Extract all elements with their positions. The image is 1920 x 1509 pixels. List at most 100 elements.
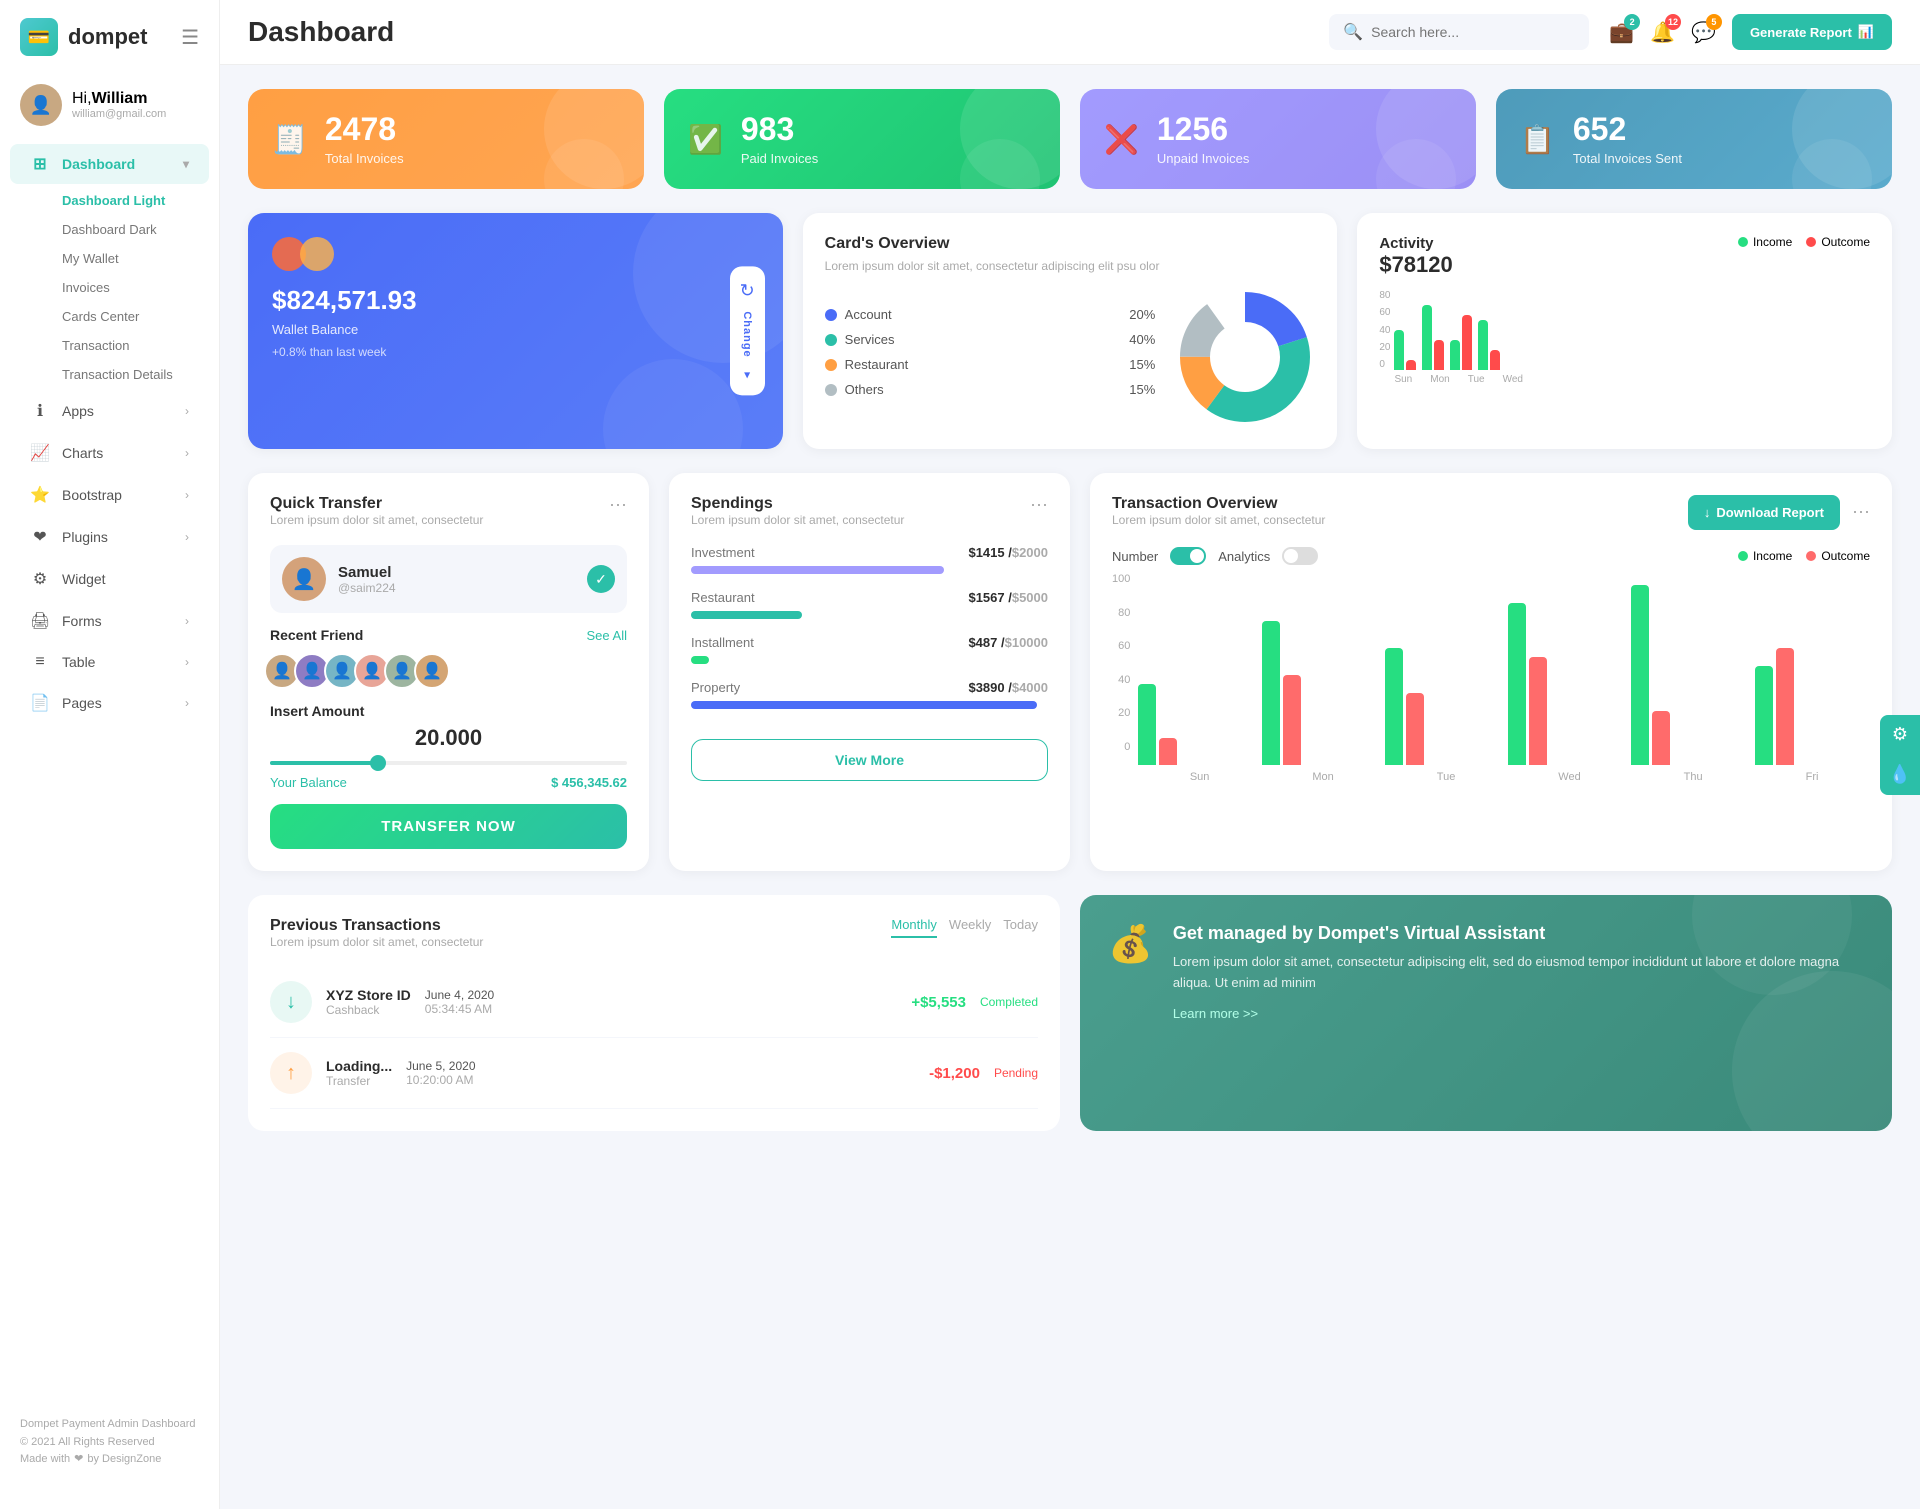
spend-label: Installment (691, 635, 754, 650)
hamburger-icon[interactable]: ☰ (181, 25, 199, 50)
sidebar-user: 👤 Hi,William william@gmail.com (0, 74, 219, 142)
activity-card: Activity $78120 Income Outcome 806040200 (1357, 213, 1892, 449)
see-all-link[interactable]: See All (587, 628, 627, 643)
sidebar-item-label: Charts (62, 445, 103, 461)
sidebar-item-pages[interactable]: 📄 Pages › (10, 683, 209, 723)
spending-items: Investment$1415 /$2000 Restaurant $1567 /… (691, 545, 1048, 709)
sub-invoices[interactable]: Invoices (52, 273, 219, 302)
refresh-icon: ↻ (740, 280, 755, 301)
invoice-icon: 🧾 (272, 123, 307, 156)
sidebar-item-label: Pages (62, 695, 102, 711)
change-button[interactable]: ↻ Change ▾ (730, 266, 765, 395)
apps-icon: ℹ (30, 401, 50, 421)
widget-icon: ⚙ (30, 569, 50, 589)
chat-badge: 5 (1706, 14, 1722, 30)
friend-avatar[interactable]: 👤 (414, 653, 450, 689)
sub-dashboard-light[interactable]: Dashboard Light (52, 186, 219, 215)
view-more-button[interactable]: View More (691, 739, 1048, 781)
trans-name: Loading... (326, 1058, 392, 1074)
trans-time: 05:34:45 AM (425, 1002, 494, 1016)
sidebar-item-dashboard[interactable]: ⊞ Dashboard ▾ (10, 144, 209, 184)
spend-item: Investment$1415 /$2000 (691, 545, 1048, 574)
overview-title: Card's Overview (825, 235, 1316, 253)
virtual-assistant-card: 💰 Get managed by Dompet's Virtual Assist… (1080, 895, 1892, 1131)
topbar-icons: 💼2 🔔12 💬5 Generate Report 📊 (1609, 14, 1892, 50)
trans-info: XYZ Store ID Cashback (326, 987, 411, 1017)
quick-transfer-title: Quick Transfer (270, 495, 483, 513)
chevron-down-icon: ▾ (744, 368, 750, 382)
overview-row: Account 20% (825, 307, 1156, 322)
stat-cards: 🧾 2478 Total Invoices ✅ 983 Paid Invoice… (248, 89, 1892, 189)
generate-report-button[interactable]: Generate Report 📊 (1732, 14, 1892, 50)
more-options-button[interactable]: ⋯ (1852, 502, 1870, 523)
spend-label: Restaurant (691, 590, 755, 605)
bell-icon-btn[interactable]: 🔔12 (1650, 20, 1675, 45)
sidebar-item-plugins[interactable]: ❤ Plugins › (10, 517, 209, 557)
more-options-button[interactable]: ⋯ (1030, 495, 1048, 516)
activity-title: Activity (1379, 235, 1452, 252)
trans-type: Cashback (326, 1003, 411, 1017)
stat-card-paid: ✅ 983 Paid Invoices (664, 89, 1060, 189)
sub-my-wallet[interactable]: My Wallet (52, 244, 219, 273)
water-drop-button[interactable]: 💧 (1880, 755, 1920, 795)
chevron-right-icon: › (185, 696, 189, 710)
brand-name: Dompet Payment Admin Dashboard (20, 1416, 199, 1434)
trans-amount: +$5,553 (911, 994, 966, 1011)
donut-chart (1175, 287, 1315, 427)
made-with: Made with ❤ by DesignZone (20, 1451, 199, 1469)
chat-icon-btn[interactable]: 💬5 (1691, 20, 1716, 45)
sidebar-item-widget[interactable]: ⚙ Widget (10, 559, 209, 599)
sidebar-item-table[interactable]: ≡ Table › (10, 643, 209, 681)
payment-icon: ↑ (270, 1052, 312, 1094)
settings-button[interactable]: ⚙ (1880, 715, 1920, 755)
sidebar-item-label: Table (62, 654, 95, 670)
trans-time: 10:20:00 AM (406, 1073, 475, 1087)
number-toggle-switch[interactable] (1170, 547, 1206, 565)
recent-label: Recent Friend (270, 627, 363, 643)
sub-transaction[interactable]: Transaction (52, 331, 219, 360)
spend-amount: $3890 /$4000 (968, 680, 1048, 695)
sidebar-item-forms[interactable]: 🖨 Forms › (10, 601, 209, 641)
tab-weekly[interactable]: Weekly (949, 917, 991, 938)
tab-monthly[interactable]: Monthly (891, 917, 937, 938)
table-row: ↑ Loading... Transfer June 5, 2020 10:20… (270, 1038, 1038, 1109)
quick-transfer-card: Quick Transfer Lorem ipsum dolor sit ame… (248, 473, 649, 871)
main-content: Dashboard 🔍 💼2 🔔12 💬5 Generate Report 📊 (220, 0, 1920, 1509)
wallet-badge: 2 (1624, 14, 1640, 30)
analytics-toggle-switch[interactable] (1282, 547, 1318, 565)
transaction-overview-desc: Lorem ipsum dolor sit amet, consectetur (1112, 513, 1325, 527)
chart-icon: 📊 (1858, 24, 1874, 40)
activity-amount: $78120 (1379, 252, 1452, 278)
search-input[interactable] (1371, 24, 1571, 40)
download-icon: ↓ (1704, 505, 1711, 520)
wallet-card: $824,571.93 Wallet Balance +0.8% than la… (248, 213, 783, 449)
sub-transaction-details[interactable]: Transaction Details (52, 360, 219, 389)
page-title: Dashboard (248, 16, 1309, 48)
wallet-icon-btn[interactable]: 💼2 (1609, 20, 1634, 45)
transfer-now-button[interactable]: TRANSFER NOW (270, 804, 627, 849)
amount-slider[interactable] (270, 761, 627, 765)
tab-today[interactable]: Today (1003, 917, 1038, 938)
bar-labels: SunMonTueWed (1394, 374, 1870, 385)
sidebar-item-apps[interactable]: ℹ Apps › (10, 391, 209, 431)
pages-icon: 📄 (30, 693, 50, 713)
overview-desc: Lorem ipsum dolor sit amet, consectetur … (825, 259, 1316, 273)
stat-info: 2478 Total Invoices (325, 113, 404, 166)
sub-cards-center[interactable]: Cards Center (52, 302, 219, 331)
sub-dashboard-dark[interactable]: Dashboard Dark (52, 215, 219, 244)
income-label: Income (1753, 235, 1792, 249)
number-toggle: Number Analytics (1112, 547, 1318, 565)
spend-amount: $1415 /$2000 (968, 545, 1048, 560)
generate-report-label: Generate Report (1750, 25, 1852, 40)
stat-info: 1256 Unpaid Invoices (1157, 113, 1250, 166)
transaction-overview-title: Transaction Overview (1112, 495, 1325, 513)
wallet-change: +0.8% than last week (272, 345, 759, 359)
more-options-button[interactable]: ⋯ (609, 495, 627, 516)
download-report-button[interactable]: ↓ Download Report (1688, 495, 1840, 530)
sidebar-item-bootstrap[interactable]: ⭐ Bootstrap › (10, 475, 209, 515)
spend-amount: $1567 /$5000 (968, 590, 1048, 605)
chevron-right-icon: › (185, 614, 189, 628)
right-sidebar: ⚙ 💧 (1880, 715, 1920, 795)
sidebar-item-charts[interactable]: 📈 Charts › (10, 433, 209, 473)
transaction-legend: Income Outcome (1738, 549, 1870, 563)
